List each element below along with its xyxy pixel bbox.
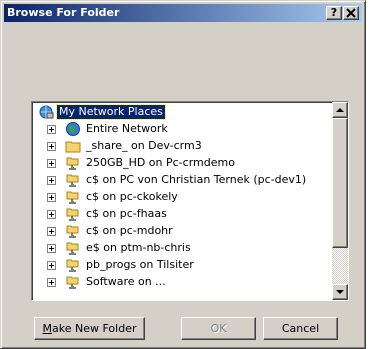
tree-item[interactable]: c$ on PC von Christian Ternek (pc-dev1) [34, 172, 330, 188]
tree-item[interactable]: e$ on ptm-nb-chris [34, 240, 330, 256]
tree-item-label: Entire Network [86, 122, 168, 135]
tree-item[interactable]: c$ on pc-fhaas [34, 206, 330, 222]
help-button[interactable]: ? [326, 6, 342, 20]
tree-item-label: c$ on PC von Christian Ternek (pc-dev1) [86, 173, 307, 186]
network-drive-icon [65, 257, 81, 273]
tree-rows: My Network Places Entire Network _share_ o… [34, 104, 330, 300]
window-title: Browse For Folder [7, 6, 120, 19]
tree-item[interactable]: 250GB_HD on Pc-crmdemo [34, 155, 330, 171]
network-drive-icon [65, 274, 81, 290]
tree-item-label: c$ on pc-fhaas [86, 207, 167, 220]
tree-item[interactable]: My Network Places [34, 104, 330, 120]
tree-item-label: My Network Places [56, 104, 166, 120]
tree-item[interactable]: Software on ... [34, 274, 330, 290]
network-drive-icon [65, 155, 81, 171]
network-drive-icon [65, 240, 81, 256]
tree-item[interactable]: Entire Network [34, 121, 330, 137]
make-new-folder-label: ake New Folder [52, 322, 137, 335]
expand-toggle[interactable] [47, 244, 56, 253]
tree-item-label: 250GB_HD on Pc-crmdemo [86, 156, 235, 169]
expand-toggle[interactable] [47, 227, 56, 236]
folder-tree[interactable]: My Network Places Entire Network _share_ o… [31, 101, 349, 301]
close-button[interactable] [343, 6, 359, 20]
title-bar[interactable]: Browse For Folder ? [4, 4, 362, 22]
network-places-icon [38, 104, 54, 120]
expand-toggle[interactable] [47, 142, 56, 151]
browse-for-folder-dialog: Browse For Folder ? My Network Places Ent… [0, 0, 366, 349]
tree-item[interactable]: _share_ on Dev-crm3 [34, 138, 330, 154]
tree-item[interactable]: pb_progs on Tilsiter [34, 257, 330, 273]
make-new-folder-button[interactable]: Make New Folder [34, 317, 145, 340]
network-drive-icon [65, 189, 81, 205]
make-new-folder-mnemonic: M [42, 322, 53, 335]
tree-item-label: Software on ... [86, 275, 166, 288]
tree-item-label: e$ on ptm-nb-chris [86, 241, 191, 254]
arrow-up-icon [336, 108, 344, 112]
globe-icon [65, 121, 81, 137]
folder-icon [65, 138, 81, 154]
network-drive-icon [65, 223, 81, 239]
expand-toggle[interactable] [47, 125, 56, 134]
expand-toggle[interactable] [47, 193, 56, 202]
expand-toggle[interactable] [47, 261, 56, 270]
vertical-scrollbar[interactable] [332, 102, 348, 300]
tree-item-label: c$ on pc-mdohr [86, 224, 173, 237]
expand-toggle[interactable] [47, 159, 56, 168]
network-drive-icon [65, 172, 81, 188]
close-icon [346, 8, 356, 18]
tree-item-label: pb_progs on Tilsiter [86, 258, 194, 271]
network-drive-icon [65, 206, 81, 222]
arrow-down-icon [336, 290, 344, 294]
scroll-up-button[interactable] [332, 102, 348, 118]
tree-item-label: _share_ on Dev-crm3 [86, 139, 202, 152]
scroll-thumb[interactable] [332, 118, 348, 248]
tree-item[interactable]: c$ on pc-mdohr [34, 223, 330, 239]
ok-button[interactable]: OK [181, 317, 256, 340]
expand-toggle[interactable] [47, 210, 56, 219]
expand-toggle[interactable] [47, 278, 56, 287]
tree-item-label: c$ on pc-ckokely [86, 190, 178, 203]
scroll-down-button[interactable] [332, 284, 348, 300]
expand-toggle[interactable] [47, 176, 56, 185]
tree-item[interactable]: c$ on pc-ckokely [34, 189, 330, 205]
cancel-button[interactable]: Cancel [263, 317, 338, 340]
